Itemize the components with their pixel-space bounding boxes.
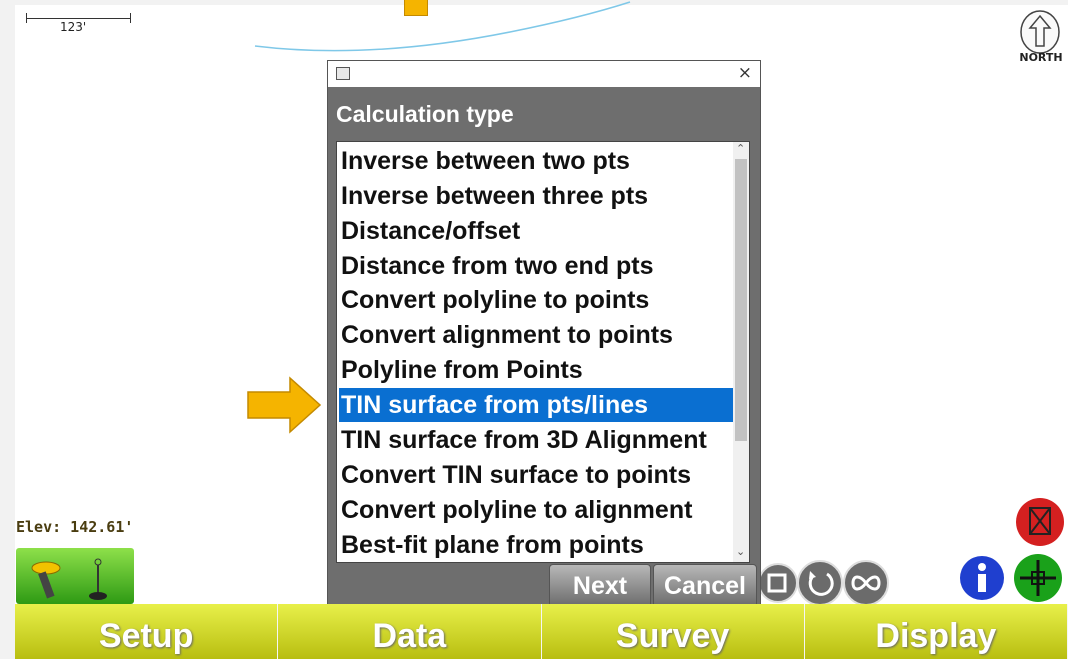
elevation-readout: Elev: 142.61': [16, 518, 134, 536]
list-item[interactable]: Polyline from Points: [339, 353, 733, 387]
continuous-tool-button[interactable]: [843, 560, 889, 606]
square-icon: [767, 573, 787, 593]
info-icon: [978, 563, 986, 592]
rotate-icon: [808, 571, 834, 596]
list-item[interactable]: Convert polyline to alignment: [339, 493, 733, 527]
list-item[interactable]: Distance/offset: [339, 214, 733, 248]
calculation-type-list[interactable]: Inverse between two pts Inverse between …: [336, 141, 750, 563]
scale-bar-tick-right: [130, 13, 131, 23]
calculation-type-dialog: × Calculation type Inverse between two p…: [327, 60, 761, 612]
next-button[interactable]: Next: [549, 564, 651, 608]
tab-setup[interactable]: Setup: [15, 604, 279, 659]
map-left-border: [0, 0, 15, 659]
scale-bar: [26, 18, 131, 19]
list-item[interactable]: Convert alignment to points: [339, 318, 733, 352]
scale-label: 123': [60, 20, 87, 34]
list-item-selected[interactable]: TIN surface from pts/lines: [339, 388, 733, 422]
north-label: NORTH: [1019, 51, 1063, 64]
window-app-icon: [336, 67, 350, 80]
pointer-arrow-icon: [247, 376, 322, 434]
receiver-icon: [31, 558, 107, 600]
tab-survey[interactable]: Survey: [541, 604, 805, 659]
square-tool-button[interactable]: [758, 563, 798, 603]
scrollbar-thumb[interactable]: [735, 159, 747, 441]
tab-display[interactable]: Display: [804, 604, 1068, 659]
infinity-icon: [851, 575, 881, 591]
info-button[interactable]: [960, 556, 1004, 600]
list-item[interactable]: Inverse between three pts: [339, 179, 733, 213]
rotate-tool-button[interactable]: [797, 560, 843, 606]
list-item[interactable]: Convert polyline to points: [339, 283, 733, 317]
cancel-button[interactable]: Cancel: [653, 564, 757, 608]
add-point-button[interactable]: [1014, 554, 1062, 602]
dialog-heading: Calculation type: [336, 101, 514, 127]
alignment-curve: [254, 1, 631, 52]
dialog-titlebar: ×: [328, 61, 760, 87]
list-item[interactable]: Convert TIN surface to points: [339, 458, 733, 492]
bottom-tab-bar: Setup Data Survey Display: [15, 604, 1068, 659]
scroll-down-icon[interactable]: ⌄: [736, 545, 745, 558]
gps-status-button[interactable]: [16, 548, 134, 604]
list-item[interactable]: Inverse between two pts: [339, 144, 733, 178]
list-item[interactable]: TIN surface from 3D Alignment: [339, 423, 733, 457]
list-scrollbar[interactable]: ⌃ ⌄: [733, 142, 749, 562]
delete-point-icon: [1029, 507, 1051, 535]
crosshair-icon: [1020, 560, 1056, 596]
tab-data[interactable]: Data: [278, 604, 542, 659]
delete-point-button[interactable]: [1016, 498, 1064, 546]
close-icon[interactable]: ×: [738, 63, 752, 83]
list-item[interactable]: Distance from two end pts: [339, 249, 733, 283]
list-item[interactable]: Best-fit plane from points: [339, 528, 733, 562]
scroll-up-icon[interactable]: ⌃: [736, 142, 745, 155]
